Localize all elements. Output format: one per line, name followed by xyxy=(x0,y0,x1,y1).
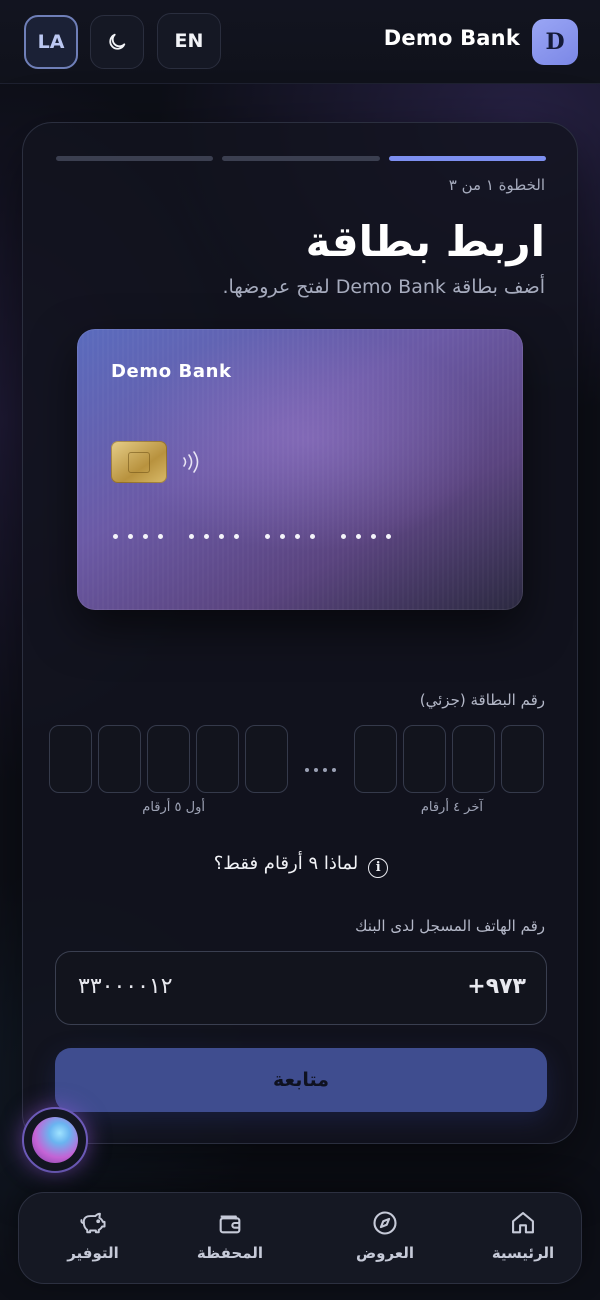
first-digits-hint: أول ٥ أرقام xyxy=(142,800,205,815)
masked-digits-separator xyxy=(305,768,336,772)
language-indicator-button[interactable]: LA xyxy=(24,15,78,69)
nav-item-savings[interactable]: التوفير xyxy=(33,1209,153,1262)
last-digit-input[interactable] xyxy=(354,725,397,793)
brand-name: Demo Bank xyxy=(383,26,520,50)
phone-input-field[interactable]: +٩٧٣ ٣٣٠٠٠٠١٢ xyxy=(55,951,547,1025)
wallet-icon xyxy=(219,1215,241,1234)
assistant-orb-button[interactable] xyxy=(22,1107,88,1173)
phone-number-value: ٣٣٠٠٠٠١٢ xyxy=(78,974,173,999)
card-bank-name: Demo Bank xyxy=(111,361,232,382)
card-number-label: رقم البطاقة (جزئي) xyxy=(419,691,545,709)
why-nine-digits-link[interactable]: i لماذا ٩ أرقام فقط؟ xyxy=(23,853,579,878)
compass-icon xyxy=(373,1211,397,1235)
page-title: اربط بطاقة xyxy=(305,217,545,266)
nav-label-savings: التوفير xyxy=(67,1244,119,1262)
nav-item-offers[interactable]: العروض xyxy=(325,1209,445,1262)
language-switch-button[interactable]: EN xyxy=(157,13,221,69)
progress-segment xyxy=(222,156,380,161)
step-indicator: الخطوة ١ من ٣ xyxy=(448,176,545,194)
nav-item-home[interactable]: الرئيسية xyxy=(463,1209,583,1262)
avatar-letter: D xyxy=(545,29,565,55)
card-preview: Demo Bank xyxy=(77,329,523,610)
first-digit-input[interactable] xyxy=(98,725,141,793)
link-card-panel: الخطوة ١ من ٣ اربط بطاقة أضف بطاقة Demo … xyxy=(22,122,578,1144)
first-digit-input[interactable] xyxy=(245,725,288,793)
first-digit-input[interactable] xyxy=(196,725,239,793)
home-icon xyxy=(512,1212,534,1234)
language-indicator-label: LA xyxy=(37,31,65,53)
moon-icon xyxy=(109,33,126,50)
top-bar: LA EN Demo Bank D xyxy=(0,0,600,84)
first-digit-input[interactable] xyxy=(49,725,92,793)
nav-label-wallet: المحفظة xyxy=(196,1244,264,1262)
last-digit-input[interactable] xyxy=(452,725,495,793)
piggy-bank-icon xyxy=(80,1212,106,1234)
theme-toggle-button[interactable] xyxy=(90,15,144,69)
progress-segment-active xyxy=(388,156,546,161)
progress-segment xyxy=(56,156,214,161)
nav-label-home: الرئيسية xyxy=(491,1244,555,1262)
contactless-icon xyxy=(183,451,199,473)
country-code: +٩٧٣ xyxy=(467,974,526,999)
last-digit-input[interactable] xyxy=(501,725,544,793)
nav-item-wallet[interactable]: المحفظة xyxy=(170,1209,290,1262)
card-chip-icon xyxy=(111,441,167,483)
first-digit-input[interactable] xyxy=(147,725,190,793)
avatar[interactable]: D xyxy=(532,19,578,65)
nav-label-offers: العروض xyxy=(355,1244,415,1262)
step-progress-bar xyxy=(56,156,546,161)
card-number-mask xyxy=(113,534,391,539)
continue-button[interactable]: متابعة xyxy=(55,1048,547,1112)
bottom-navigation: الرئيسية العروض المحفظة التوفير xyxy=(18,1192,582,1284)
language-switch-label: EN xyxy=(174,30,204,52)
page-subtitle: أضف بطاقة Demo Bank لفتح عروضها. xyxy=(222,276,545,298)
phone-label: رقم الهاتف المسجل لدى البنك xyxy=(355,917,545,935)
info-icon: i xyxy=(368,858,389,878)
last-digit-input[interactable] xyxy=(403,725,446,793)
why-nine-digits-text: لماذا ٩ أرقام فقط؟ xyxy=(213,853,359,874)
last-digits-hint: آخر ٤ أرقام xyxy=(420,800,483,815)
card-digit-inputs xyxy=(49,725,547,793)
